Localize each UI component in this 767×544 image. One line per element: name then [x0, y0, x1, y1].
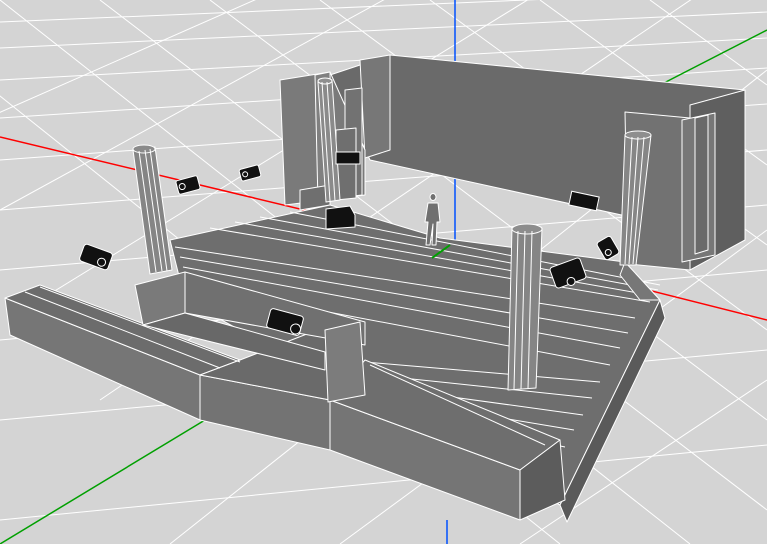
- column-left-front: [132, 144, 173, 275]
- column-center-front: [507, 223, 543, 391]
- speaker-icon[interactable]: [596, 235, 620, 261]
- speaker-icon[interactable]: [79, 243, 113, 271]
- speaker-icon[interactable]: [238, 164, 262, 182]
- speaker-icon[interactable]: [175, 175, 201, 195]
- speaker-icon[interactable]: [325, 205, 356, 230]
- scene-canvas[interactable]: [0, 0, 767, 544]
- stage-model[interactable]: [4, 54, 746, 523]
- y-axis-line: [0, 419, 206, 544]
- 3d-viewport[interactable]: [0, 0, 767, 544]
- speaker-icon[interactable]: [335, 151, 361, 165]
